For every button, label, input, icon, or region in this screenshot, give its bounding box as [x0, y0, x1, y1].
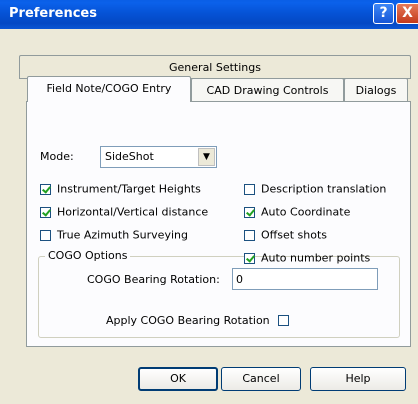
auto-number-points-checkbox[interactable]: Auto number points [244, 251, 370, 266]
mode-select[interactable]: SideShot ▼ [100, 146, 217, 168]
cogo-bearing-rotation-input[interactable] [233, 269, 377, 289]
chevron-down-icon[interactable]: ▼ [198, 148, 215, 166]
true-azimuth-checkbox[interactable]: True Azimuth Surveying [40, 228, 188, 243]
help-icon[interactable]: ? [373, 3, 394, 24]
checkbox-box[interactable] [244, 229, 255, 241]
checkbox-box[interactable] [40, 183, 51, 195]
help-button[interactable]: Help [310, 367, 406, 391]
cancel-button[interactable]: Cancel [221, 367, 301, 391]
checkbox-label: Description translation [261, 182, 387, 196]
cogo-bearing-rotation-label: COGO Bearing Rotation: [87, 273, 220, 286]
offset-shots-checkbox[interactable]: Offset shots [244, 228, 327, 243]
checkbox-box[interactable] [244, 183, 255, 195]
instrument-heights-checkbox[interactable]: Instrument/Target Heights [40, 182, 201, 197]
close-icon[interactable]: X [396, 3, 418, 24]
checkbox-label: Auto Coordinate [261, 205, 351, 219]
mode-label: Mode: [40, 150, 74, 163]
tab-field-note-cogo[interactable]: Field Note/COGO Entry [27, 76, 191, 102]
apply-cogo-bearing-rotation-checkbox[interactable]: Apply COGO Bearing Rotation [106, 313, 295, 328]
checkbox-box[interactable] [244, 206, 255, 218]
checkbox-label: Auto number points [261, 251, 371, 265]
tab-cad-drawing-controls[interactable]: CAD Drawing Controls [191, 78, 344, 102]
mode-value: SideShot [105, 150, 154, 163]
cogo-bearing-rotation-field[interactable] [232, 268, 378, 290]
checkbox-box[interactable] [244, 252, 255, 264]
title-bar: Preferences ? X [0, 0, 418, 29]
description-translation-checkbox[interactable]: Description translation [244, 182, 386, 197]
checkbox-label: Offset shots [261, 228, 328, 242]
ok-button[interactable]: OK [138, 367, 218, 391]
auto-coordinate-checkbox[interactable]: Auto Coordinate [244, 205, 350, 220]
checkbox-box[interactable] [40, 206, 51, 218]
checkbox-box[interactable] [40, 229, 51, 241]
horizontal-vertical-checkbox[interactable]: Horizontal/Vertical distance [40, 205, 208, 220]
checkbox-label: Horizontal/Vertical distance [57, 205, 209, 219]
cogo-options-title: COGO Options [45, 249, 131, 262]
checkbox-label: True Azimuth Surveying [57, 228, 188, 242]
window-title: Preferences [9, 6, 97, 21]
checkbox-label: Apply COGO Bearing Rotation [106, 313, 270, 327]
tab-dialogs[interactable]: Dialogs [344, 78, 408, 102]
checkbox-label: Instrument/Target Heights [57, 182, 201, 196]
checkbox-box[interactable] [277, 314, 289, 326]
